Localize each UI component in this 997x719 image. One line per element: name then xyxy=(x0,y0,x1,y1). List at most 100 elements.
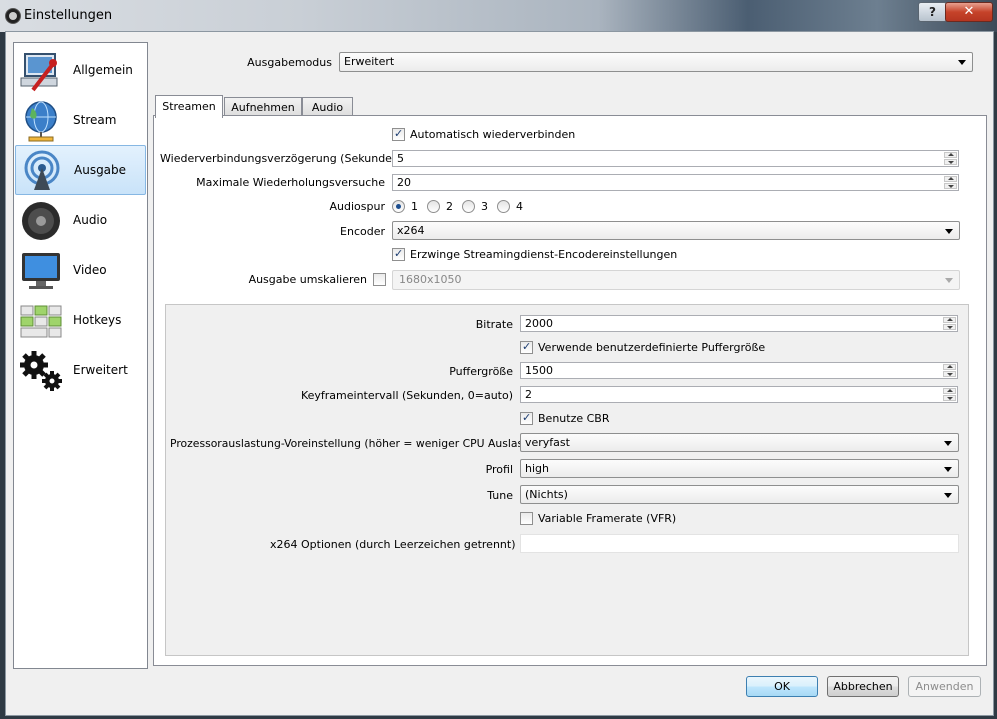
chevron-down-icon xyxy=(944,493,952,498)
bitrate-label: Bitrate xyxy=(475,318,513,331)
sidebar-item-video[interactable]: Video xyxy=(15,246,146,294)
cpu-preset-select[interactable]: veryfast xyxy=(520,433,959,452)
chevron-down-icon xyxy=(958,60,966,65)
spin-down-icon[interactable] xyxy=(944,183,957,189)
spin-up-icon[interactable] xyxy=(943,388,956,394)
speaker-icon xyxy=(22,202,60,240)
apply-button[interactable]: Anwenden xyxy=(908,676,981,697)
computer-wrench-icon xyxy=(20,53,58,92)
spin-up-icon[interactable] xyxy=(944,152,957,158)
auto-reconnect-label: Automatisch wiederverbinden xyxy=(410,128,576,141)
audio-track-radio-3[interactable] xyxy=(462,200,475,213)
spin-up-icon[interactable] xyxy=(943,364,956,370)
audio-track-option-label: 3 xyxy=(481,200,488,213)
tune-value: (Nichts) xyxy=(525,488,568,501)
encoder-settings-group xyxy=(165,304,969,656)
rescale-resolution-select[interactable]: 1680x1050 xyxy=(392,270,960,290)
audio-track-radio-4[interactable] xyxy=(497,200,510,213)
sidebar-item-label: Audio xyxy=(73,213,108,227)
cpu-preset-label: Prozessorauslastung-Voreinstellung (höhe… xyxy=(170,437,553,450)
enforce-encoder-checkbox[interactable] xyxy=(392,247,405,261)
tab-audio[interactable]: Audio xyxy=(302,97,353,117)
broadcast-antenna-icon xyxy=(24,150,60,190)
tab-streamen[interactable]: Streamen xyxy=(155,95,223,118)
reconnect-delay-value: 5 xyxy=(397,152,404,165)
spin-up-icon[interactable] xyxy=(943,317,956,323)
bitrate-spinbox[interactable]: 2000 xyxy=(520,315,958,332)
audio-track-option-label: 1 xyxy=(411,200,418,213)
sidebar-item-label: Video xyxy=(73,263,107,277)
audio-track-label: Audiospur xyxy=(329,200,385,213)
audio-track-radio-2[interactable] xyxy=(427,200,440,213)
custom-buffer-label: Verwende benutzerdefinierte Puffergröße xyxy=(538,341,766,354)
x264-options-label: x264 Optionen (durch Leerzeichen getrenn… xyxy=(270,538,516,551)
keyframe-interval-label: Keyframeintervall (Sekunden, 0=auto) xyxy=(300,389,513,402)
sidebar-item-audio[interactable]: Audio xyxy=(15,196,146,244)
use-cbr-label: Benutze CBR xyxy=(538,412,610,425)
sidebar-item-ausgabe[interactable]: Ausgabe xyxy=(15,145,146,195)
rescale-resolution-value: 1680x1050 xyxy=(399,273,462,286)
buffer-size-spinbox[interactable]: 1500 xyxy=(520,362,958,379)
sidebar-item-label: Erweitert xyxy=(73,363,128,377)
sidebar-item-stream[interactable]: Stream xyxy=(15,96,146,144)
profile-select[interactable]: high xyxy=(520,459,959,478)
max-retries-spinbox[interactable]: 20 xyxy=(392,174,959,191)
gears-icon xyxy=(20,351,62,391)
spin-down-icon[interactable] xyxy=(943,371,956,377)
output-mode-label: Ausgabemodus xyxy=(247,56,332,69)
encoder-label: Encoder xyxy=(340,225,385,238)
vfr-label: Variable Framerate (VFR) xyxy=(538,512,677,525)
x264-options-input[interactable] xyxy=(520,534,959,553)
window-title: Einstellungen xyxy=(24,8,113,23)
output-mode-select[interactable]: Erweitert xyxy=(339,52,973,72)
chevron-down-icon xyxy=(944,441,952,446)
reconnect-delay-spinbox[interactable]: 5 xyxy=(392,150,959,167)
cancel-button[interactable]: Abbrechen xyxy=(827,676,899,697)
max-retries-value: 20 xyxy=(397,176,411,189)
spin-down-icon[interactable] xyxy=(943,324,956,330)
globe-network-icon xyxy=(25,101,57,142)
cpu-preset-value: veryfast xyxy=(525,436,570,449)
spin-down-icon[interactable] xyxy=(943,395,956,401)
encoder-select[interactable]: x264 xyxy=(392,221,960,240)
spin-up-icon[interactable] xyxy=(944,176,957,182)
tab-aufnehmen[interactable]: Aufnehmen xyxy=(224,97,302,117)
audio-track-radio-1[interactable] xyxy=(392,200,405,213)
use-cbr-checkbox[interactable] xyxy=(520,411,533,425)
spin-down-icon[interactable] xyxy=(944,159,957,165)
monitor-icon xyxy=(22,253,60,289)
audio-track-option-label: 4 xyxy=(516,200,523,213)
audio-track-option-label: 2 xyxy=(446,200,453,213)
tune-label: Tune xyxy=(487,489,513,502)
sidebar-item-allgemein[interactable]: Allgemein xyxy=(15,46,146,94)
rescale-checkbox[interactable] xyxy=(373,273,386,286)
chevron-down-icon xyxy=(945,278,953,283)
vfr-checkbox[interactable] xyxy=(520,512,533,525)
keyframe-interval-spinbox[interactable]: 2 xyxy=(520,386,958,403)
keyboard-icon xyxy=(20,305,62,338)
auto-reconnect-checkbox[interactable] xyxy=(392,127,405,141)
tune-select[interactable]: (Nichts) xyxy=(520,485,959,504)
max-retries-label: Maximale Wiederholungsversuche xyxy=(196,176,385,189)
ok-button[interactable]: OK xyxy=(746,676,818,697)
help-button[interactable]: ? xyxy=(918,2,947,22)
app-icon xyxy=(5,8,21,24)
reconnect-delay-label: Wiederverbindungsverzögerung (Sekunden) xyxy=(160,152,404,165)
buffer-size-label: Puffergröße xyxy=(449,365,513,378)
buffer-size-value: 1500 xyxy=(525,364,553,377)
title-bar xyxy=(0,0,997,32)
profile-value: high xyxy=(525,462,549,475)
enforce-encoder-label: Erzwinge Streamingdienst-Encodereinstell… xyxy=(410,248,678,261)
sidebar-item-erweitert[interactable]: Erweitert xyxy=(15,346,146,394)
sidebar-item-label: Allgemein xyxy=(73,63,133,77)
output-mode-value: Erweitert xyxy=(344,55,395,68)
close-button[interactable]: ✕ xyxy=(945,2,993,22)
chevron-down-icon xyxy=(944,467,952,472)
custom-buffer-checkbox[interactable] xyxy=(520,340,533,354)
sidebar-item-hotkeys[interactable]: Hotkeys xyxy=(15,296,146,344)
sidebar-item-label: Hotkeys xyxy=(73,313,122,327)
settings-sidebar: Allgemein Stream Ausgabe Audio Video Hot… xyxy=(13,42,148,669)
sidebar-item-label: Ausgabe xyxy=(74,163,127,177)
chevron-down-icon xyxy=(945,229,953,234)
profile-label: Profil xyxy=(485,463,513,476)
